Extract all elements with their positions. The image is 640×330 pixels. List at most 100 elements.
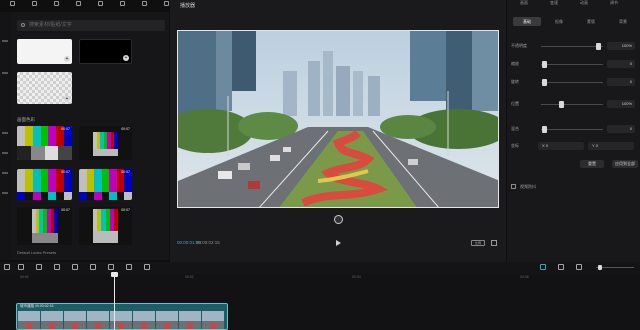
menu-audio[interactable] (22, 0, 46, 6)
playhead-handle[interactable] (111, 272, 118, 277)
fullscreen-icon[interactable] (491, 240, 497, 246)
material-test-pattern[interactable]: 00:07 (79, 126, 132, 160)
tab-speed[interactable]: 变速 (550, 0, 558, 6)
ruler-tick: 00:04 (352, 275, 361, 279)
menu-filter[interactable] (132, 0, 156, 6)
property-slider[interactable] (541, 82, 603, 83)
rotate-icon[interactable] (126, 264, 132, 270)
property-slider[interactable] (541, 64, 603, 65)
sticker-icon (75, 1, 81, 6)
add-icon[interactable]: + (64, 56, 70, 62)
preview-axis-icon[interactable] (576, 264, 582, 270)
menu-transition[interactable] (110, 0, 134, 6)
city-road-frame (178, 31, 498, 207)
tab-mask[interactable]: 蒙版 (577, 17, 605, 26)
material-test-pattern[interactable]: 00:07 (79, 207, 132, 245)
property-slider[interactable] (541, 46, 603, 47)
property-slider[interactable] (541, 104, 603, 105)
search-input[interactable]: 搜索素材/贴纸/文字 (17, 20, 165, 31)
ratio-button[interactable]: 比例 (471, 240, 485, 246)
transition-icon (119, 1, 125, 6)
freeze-icon[interactable] (72, 264, 78, 270)
slider-knob[interactable] (559, 101, 564, 108)
coord-x-field[interactable]: X 0 (538, 142, 584, 150)
material-black[interactable]: + (79, 39, 132, 64)
clip-label: 城市道路 00:00:02:15 (20, 304, 54, 308)
play-button[interactable] (336, 240, 341, 246)
rail-item[interactable] (2, 132, 8, 134)
rail-item[interactable] (2, 72, 8, 74)
tab-matting[interactable]: 抠像 (545, 17, 573, 26)
menu-media[interactable] (0, 0, 24, 6)
undo-icon[interactable] (4, 264, 10, 270)
crop-icon[interactable] (144, 264, 150, 270)
clip-frame (179, 311, 201, 329)
ruler-tick: 00:02 (185, 275, 194, 279)
property-opacity: 不透明度 100% (511, 42, 635, 51)
media-icon (9, 1, 15, 6)
slider-knob[interactable] (596, 43, 602, 50)
slider-knob[interactable] (542, 79, 548, 86)
mirror-icon[interactable] (108, 264, 114, 270)
reverse-icon[interactable] (90, 264, 96, 270)
add-icon[interactable]: + (123, 55, 129, 61)
adjust-icon (163, 1, 169, 6)
menu-effects[interactable] (88, 0, 112, 6)
audio-icon (31, 1, 37, 6)
rail-item[interactable] (2, 40, 8, 42)
text-icon (53, 1, 59, 6)
property-value[interactable]: 0 (607, 125, 635, 133)
rotate-handle[interactable] (334, 215, 343, 224)
stabilize-checkbox[interactable] (511, 184, 516, 189)
property-slider[interactable] (541, 129, 603, 130)
menu-sticker[interactable] (66, 0, 90, 6)
property-value[interactable]: 0 (607, 60, 635, 68)
clip-frame (202, 311, 224, 329)
property-value[interactable]: 100% (607, 100, 635, 108)
tab-adjust[interactable]: 调节 (610, 0, 618, 6)
zoom-knob[interactable] (598, 265, 602, 270)
add-icon[interactable]: + (64, 96, 70, 102)
left-rail (0, 12, 11, 260)
material-caption: Default Looks Presets (17, 250, 57, 255)
coord-y-field[interactable]: Y 0 (588, 142, 634, 150)
property-value[interactable]: 100% (607, 42, 635, 50)
property-position: 位置 100% (511, 100, 635, 109)
effects-icon (97, 1, 103, 6)
tab-animation[interactable]: 动画 (580, 0, 588, 6)
tab-picture[interactable]: 画面 (520, 0, 528, 6)
filter-icon (141, 1, 147, 6)
coords-fields: X 0 Y 0 (538, 142, 634, 150)
tab-basic[interactable]: 基础 (513, 17, 541, 26)
search-icon (21, 23, 25, 27)
rail-item[interactable] (2, 152, 8, 154)
delete-icon[interactable] (54, 264, 60, 270)
duration-label: 00:07 (121, 127, 130, 131)
split-icon[interactable] (36, 264, 42, 270)
slider-knob[interactable] (542, 126, 548, 133)
property-label: 旋转 (511, 79, 519, 84)
video-preview[interactable] (177, 30, 499, 208)
tab-background[interactable]: 背景 (609, 17, 637, 26)
redo-icon[interactable] (18, 264, 24, 270)
property-value[interactable]: 0 (607, 78, 635, 86)
magnet-icon[interactable] (540, 264, 546, 270)
material-transparent[interactable]: + (17, 72, 72, 104)
property-rotation: 旋转 0 (511, 78, 635, 87)
menu-text[interactable] (44, 0, 68, 6)
apply-all-button[interactable]: 应用到全部 (612, 160, 638, 168)
reset-button[interactable]: 重置 (580, 160, 604, 168)
material-color-bars[interactable]: 00:07 (79, 169, 132, 200)
material-test-pattern[interactable]: 00:07 (17, 207, 72, 245)
player-title: 播放器 (180, 3, 196, 9)
slider-knob[interactable] (542, 61, 548, 68)
material-white[interactable]: + (17, 39, 72, 64)
total-time: 00:00:02:15 (196, 240, 220, 245)
link-icon[interactable] (558, 264, 564, 270)
rail-item[interactable] (2, 192, 8, 194)
ruler-tick: 00:00 (20, 275, 29, 279)
playhead[interactable] (114, 272, 115, 330)
material-color-bars[interactable]: 00:07 (17, 169, 72, 200)
rail-item[interactable] (2, 172, 8, 174)
material-test-pattern[interactable]: 00:07 (17, 126, 72, 160)
